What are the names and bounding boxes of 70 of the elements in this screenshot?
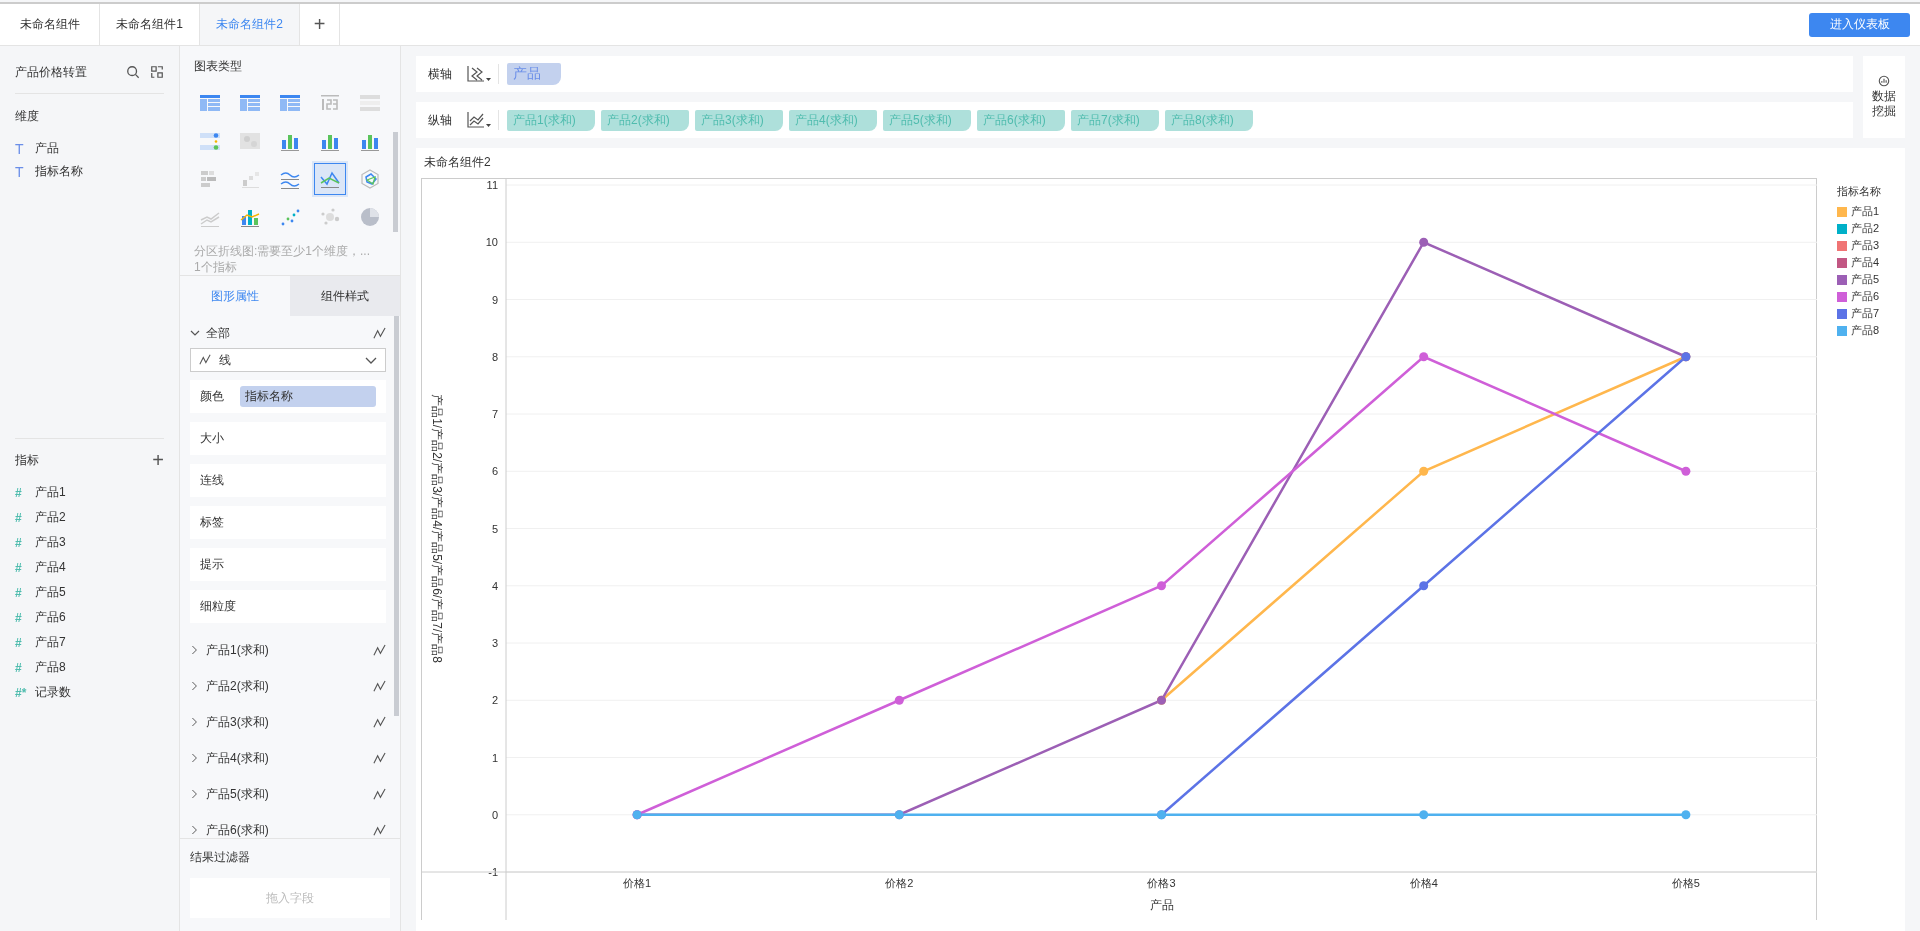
axis-label: 纵轴: [427, 111, 453, 129]
add-measure-button[interactable]: +: [152, 449, 164, 472]
section-heading: 指标: [15, 452, 39, 469]
y-tick-label: 1: [491, 751, 498, 764]
y-tick-label: 2: [491, 694, 498, 707]
measure-field[interactable]: # 产品2: [15, 505, 164, 530]
mark-type-dropdown[interactable]: 线: [190, 348, 386, 372]
measure-field[interactable]: # 产品4: [15, 555, 164, 580]
property-row[interactable]: 提示: [190, 548, 386, 581]
legend-label[interactable]: 产品6: [1851, 289, 1880, 304]
property-row[interactable]: 大小: [190, 422, 386, 455]
legend-label[interactable]: 产品2: [1851, 221, 1880, 236]
y-tick-label: 10: [485, 236, 498, 249]
dashboard-button[interactable]: 进入仪表板: [1809, 12, 1910, 37]
color-field-pill[interactable]: 指标名称: [240, 386, 376, 407]
dropdown-value: 线: [219, 351, 232, 369]
dimension-field[interactable]: T 产品: [15, 137, 164, 160]
x-tick-label: 价格1: [623, 877, 652, 889]
legend-label[interactable]: 产品3: [1851, 238, 1880, 253]
measure-field[interactable]: # 产品1: [15, 480, 164, 505]
y-tick-label: 11: [486, 179, 498, 191]
y-tick-label: 9: [491, 293, 498, 306]
x-tick-label: 价格5: [1671, 877, 1700, 889]
x-tick-label: 价格2: [885, 877, 914, 889]
series-label: 产品2(求和): [206, 677, 270, 695]
series-label: 产品6(求和): [206, 821, 270, 838]
series-label: 产品4(求和): [206, 749, 270, 767]
legend-label[interactable]: 产品5: [1851, 272, 1880, 287]
property-row[interactable]: 细粒度: [190, 590, 386, 623]
legend-label[interactable]: 产品8: [1851, 323, 1880, 338]
section-heading: 维度: [15, 108, 40, 125]
series-label: 产品5(求和): [206, 785, 270, 803]
x-tick-label: 价格3: [1147, 877, 1176, 889]
legend-label[interactable]: 产品1: [1851, 204, 1880, 219]
property-row[interactable]: 标签: [190, 506, 386, 539]
group-label: 全部: [206, 324, 231, 342]
measure-field[interactable]: # 产品5: [15, 580, 164, 605]
legend-label[interactable]: 产品4: [1851, 255, 1880, 270]
data-mining-button[interactable]: 数据挖掘: [1863, 56, 1905, 138]
property-tab[interactable]: 组件样式: [290, 276, 400, 316]
y-tick-label: 3: [491, 637, 498, 649]
measure-field[interactable]: # 产品7: [15, 630, 164, 655]
property-label: 颜色: [200, 388, 224, 405]
legend-label[interactable]: 产品7: [1851, 306, 1880, 321]
y-tick-label: 8: [491, 350, 498, 363]
measure-field[interactable]: # 产品8: [15, 655, 164, 680]
button-label: 数据挖掘: [1871, 89, 1897, 119]
axis-label: 横轴: [427, 65, 453, 83]
section-heading: 结果过滤器: [190, 849, 251, 866]
dataset-title: 产品价格转置: [15, 63, 88, 81]
series-label: 产品1(求和): [206, 641, 270, 659]
legend-title: 指标名称: [1837, 184, 1881, 199]
y-tick-label: -1: [488, 866, 498, 878]
chart-title: 未命名组件2: [423, 154, 492, 171]
property-row[interactable]: 连线: [190, 464, 386, 497]
y-tick-label: 5: [491, 522, 498, 535]
chart-type-description: 分区折线图:需要至少1个维度，... 1个指标: [194, 243, 371, 275]
section-heading: 图表类型: [194, 58, 243, 75]
y-tick-label: 4: [491, 579, 498, 592]
y-axis-title: 产品1/产品2/产品3/产品4/产品5/产品6/产品7/产品8: [430, 394, 444, 663]
x-axis-title: 产品: [1149, 898, 1174, 912]
measure-field[interactable]: # 产品6: [15, 605, 164, 630]
y-tick-label: 7: [491, 408, 498, 420]
x-tick-label: 价格4: [1409, 877, 1438, 889]
measure-field[interactable]: # 产品3: [15, 530, 164, 555]
measure-field[interactable]: #* 记录数: [15, 680, 164, 705]
y-tick-label: 6: [491, 465, 498, 478]
series-label: 产品3(求和): [206, 713, 270, 731]
dimension-field[interactable]: T 指标名称: [15, 160, 164, 183]
y-tick-label: 0: [491, 808, 498, 821]
